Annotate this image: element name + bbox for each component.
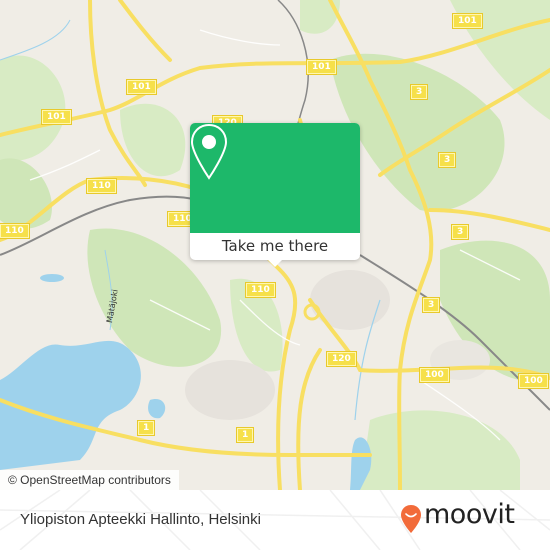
road-shield-120: 120	[327, 352, 356, 366]
road-shield-110: 110	[246, 283, 275, 297]
road-shield-3: 3	[452, 225, 469, 239]
road-shield-101: 101	[307, 60, 336, 74]
road-shield-1: 1	[237, 428, 254, 442]
road-shield-1: 1	[138, 421, 155, 435]
road-shield-110: 110	[87, 179, 116, 193]
map-view[interactable]: Mätäjoki 101 101 101 101 120 120 110 110…	[0, 0, 550, 490]
road-shield-100: 100	[420, 368, 449, 382]
moovit-smiley-pin-icon	[401, 505, 421, 533]
road-shield-110: 110	[0, 224, 29, 238]
road-shield-100: 100	[519, 374, 548, 388]
take-me-there-button[interactable]: Take me there	[190, 233, 360, 260]
popup-pointer	[267, 259, 283, 267]
popup-header	[190, 123, 360, 233]
footer-bar: Yliopiston Apteekki Hallinto, Helsinki m…	[0, 490, 550, 550]
map-attribution[interactable]: © OpenStreetMap contributors	[0, 470, 179, 490]
map-pin-icon	[190, 123, 228, 180]
road-shield-3: 3	[439, 153, 456, 167]
place-name: Yliopiston Apteekki Hallinto, Helsinki	[20, 511, 261, 528]
road-shield-3: 3	[423, 298, 440, 312]
road-shield-101: 101	[42, 110, 71, 124]
road-shield-101: 101	[453, 14, 482, 28]
brand-wordmark: moovit	[424, 499, 515, 530]
road-shield-101: 101	[127, 80, 156, 94]
location-popup[interactable]: Take me there	[190, 123, 360, 267]
road-shield-3: 3	[411, 85, 428, 99]
